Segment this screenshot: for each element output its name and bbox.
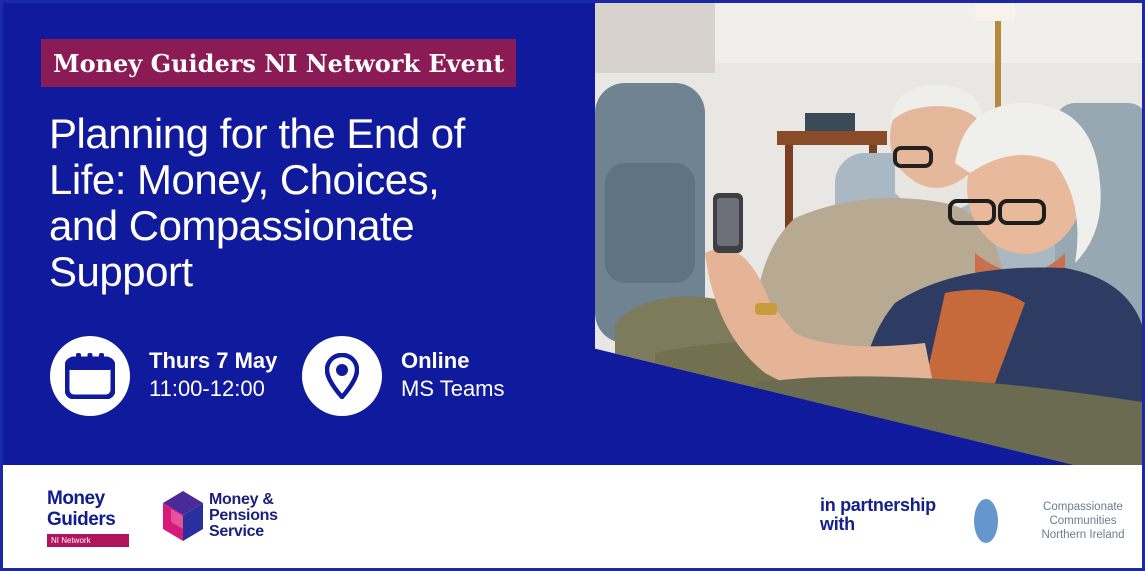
money-pensions-service-logo: Money & Pensions Service <box>161 489 278 543</box>
money-guiders-logo-line: Guiders <box>47 509 116 530</box>
location-pin-icon <box>302 336 382 416</box>
mps-logo-line: Money & <box>209 491 274 508</box>
mps-logo-line: Service <box>209 523 264 540</box>
money-guiders-logo-line: Money <box>47 488 105 509</box>
mps-logo-line: Pensions <box>209 507 278 524</box>
event-date: Thurs 7 May 11:00-12:00 <box>149 347 277 403</box>
event-title: Planning for the End of Life: Money, Cho… <box>49 111 569 295</box>
cc-mark-icon <box>948 491 1024 551</box>
money-guiders-logo: Money Guiders NI Network <box>47 488 129 548</box>
event-time: 11:00-12:00 <box>149 376 265 401</box>
event-title-line: and Compassionate <box>49 202 415 249</box>
compassionate-communities-logo <box>948 487 1024 560</box>
event-title-line: Life: Money, Choices, <box>49 156 440 203</box>
partnership-line: with <box>820 514 855 534</box>
partnership-text: in partnership with <box>820 496 936 534</box>
cc-logo-line: Communities <box>1049 515 1117 527</box>
event-title-line: Support <box>49 248 193 295</box>
event-type-badge: Money Guiders NI Network Event <box>41 39 517 87</box>
event-location-detail: MS Teams <box>401 376 505 401</box>
cc-logo-line: Northern Ireland <box>1041 529 1125 541</box>
mps-logo-text: Money & Pensions Service <box>209 492 278 540</box>
compassionate-communities-text: Compassionate Communities Northern Irela… <box>1027 500 1139 542</box>
event-date-label: Thurs 7 May <box>149 348 278 373</box>
event-location-label: Online <box>401 348 470 373</box>
event-banner: Money Guiders NI Network Event Planning … <box>0 0 1145 571</box>
event-location: Online MS Teams <box>401 347 505 403</box>
event-title-line: Planning for the End of <box>49 110 465 157</box>
cc-logo-line: Compassionate <box>1043 501 1123 513</box>
ni-network-tag: NI Network <box>47 534 129 547</box>
mps-mark-icon <box>163 491 203 541</box>
partnership-line: in partnership <box>820 495 936 515</box>
calendar-icon <box>50 336 130 416</box>
